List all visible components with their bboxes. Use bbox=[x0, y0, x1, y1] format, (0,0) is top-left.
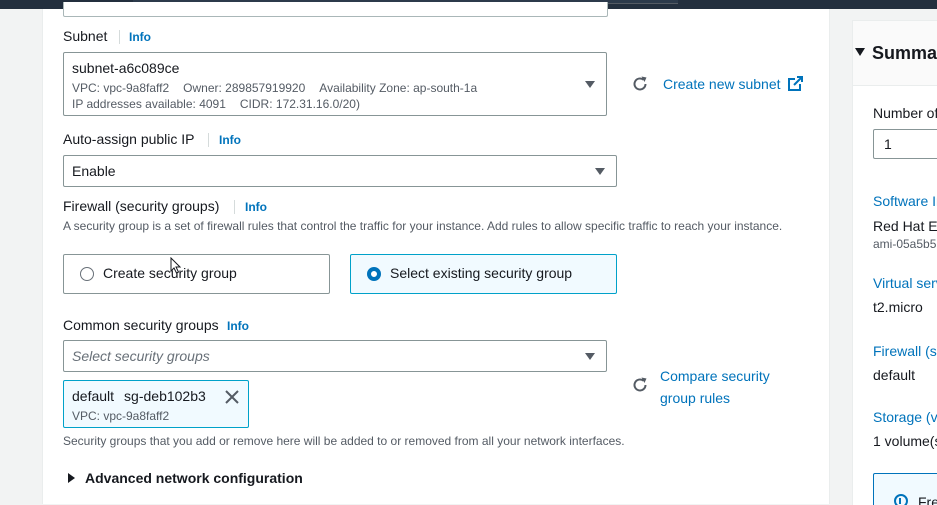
security-groups-placeholder: Select security groups bbox=[72, 348, 210, 364]
radio-create-security-group[interactable] bbox=[80, 267, 94, 281]
virtual-server-type-value: t2.micro bbox=[873, 299, 923, 315]
advanced-network-configuration-toggle[interactable]: Advanced network configuration bbox=[68, 470, 303, 486]
security-groups-select[interactable]: Select security groups bbox=[63, 340, 607, 372]
subnet-meta-line-2: IP addresses available: 4091 CIDR: 172.31… bbox=[72, 97, 374, 111]
subnet-selected-name: subnet-a6c089ce bbox=[72, 60, 180, 76]
mouse-cursor-icon bbox=[170, 257, 181, 274]
storage-summary-value: 1 volume(s) bbox=[873, 433, 937, 449]
caret-down-icon bbox=[585, 81, 595, 88]
refresh-icon[interactable] bbox=[631, 75, 649, 93]
subnet-select[interactable]: subnet-a6c089ce VPC: vpc-9a8faff2 Owner: … bbox=[63, 52, 607, 116]
caret-down-icon bbox=[855, 48, 865, 56]
subnet-owner: Owner: 289857919920 bbox=[183, 81, 306, 95]
token-name: default sg-deb102b3 bbox=[72, 388, 206, 404]
create-security-group-option[interactable]: Create security group bbox=[63, 254, 330, 294]
refresh-icon[interactable] bbox=[631, 376, 649, 394]
subnet-info-link[interactable]: Info bbox=[129, 30, 151, 44]
auto-assign-ip-label: Auto-assign public IP bbox=[63, 131, 195, 147]
divider bbox=[234, 200, 235, 214]
divider bbox=[208, 133, 209, 147]
compare-security-group-rules-link[interactable]: Compare security group rules bbox=[660, 365, 770, 409]
software-image-value: Red Hat Enterprise Linux bbox=[873, 218, 937, 234]
select-existing-security-group-option[interactable]: Select existing security group bbox=[350, 254, 617, 294]
external-link-icon bbox=[788, 76, 804, 91]
number-of-instances-input[interactable]: 1 bbox=[873, 129, 937, 159]
token-vpc: VPC: vpc-9a8faff2 bbox=[72, 409, 170, 423]
summary-panel: Summary Number of instances 1 Software I… bbox=[852, 20, 937, 505]
number-of-instances-label: Number of instances bbox=[873, 105, 937, 121]
select-existing-security-group-label: Select existing security group bbox=[390, 265, 573, 281]
auto-assign-ip-value: Enable bbox=[72, 163, 116, 179]
firewall-summary-value: default bbox=[873, 367, 916, 383]
storage-summary-link[interactable]: Storage (volumes) bbox=[873, 409, 937, 425]
firewall-label: Firewall (security groups) bbox=[63, 198, 220, 214]
auto-assign-ip-select[interactable]: Enable bbox=[63, 155, 617, 187]
virtual-server-type-link[interactable]: Virtual server type bbox=[873, 275, 937, 291]
create-new-subnet-link[interactable]: Create new subnet bbox=[663, 76, 804, 92]
compare-link-line-1: Compare security bbox=[660, 368, 770, 384]
radio-select-existing-security-group[interactable] bbox=[367, 267, 381, 281]
advanced-network-configuration-label: Advanced network configuration bbox=[85, 470, 303, 486]
software-image-ami: ami-05a5b5 bbox=[873, 237, 937, 251]
token-group-name: default bbox=[72, 388, 115, 404]
caret-down-icon bbox=[595, 168, 605, 175]
info-circle-icon bbox=[894, 494, 908, 505]
firewall-info-link[interactable]: Info bbox=[245, 200, 267, 214]
free-tier-alert: Free tier bbox=[873, 473, 937, 505]
divider bbox=[119, 30, 120, 44]
subnet-cidr: CIDR: 172.31.16.0/20) bbox=[239, 97, 360, 111]
common-security-groups-info-link[interactable]: Info bbox=[227, 319, 249, 333]
security-groups-hint: Security groups that you add or remove h… bbox=[63, 434, 625, 448]
subnet-ip-available: IP addresses available: 4091 bbox=[72, 97, 226, 111]
subnet-label: Subnet bbox=[63, 28, 108, 44]
firewall-summary-link[interactable]: Firewall (security group) bbox=[873, 343, 937, 359]
firewall-description: A security group is a set of firewall ru… bbox=[63, 219, 783, 233]
common-security-groups-label: Common security groups bbox=[63, 317, 219, 333]
previous-field-bottom[interactable] bbox=[63, 2, 608, 17]
security-group-token: default sg-deb102b3 VPC: vpc-9a8faff2 bbox=[63, 380, 249, 428]
compare-link-line-2: group rules bbox=[660, 390, 731, 406]
summary-header[interactable]: Summary bbox=[853, 21, 937, 86]
subnet-meta-line-1: VPC: vpc-9a8faff2 Owner: 289857919920 Avai… bbox=[72, 81, 491, 95]
token-group-id: sg-deb102b3 bbox=[124, 388, 206, 404]
summary-title: Summary bbox=[872, 43, 937, 63]
close-icon[interactable] bbox=[224, 389, 240, 405]
caret-down-icon bbox=[585, 353, 595, 360]
software-image-link[interactable]: Software Image (AMI) bbox=[873, 193, 937, 209]
auto-assign-ip-info-link[interactable]: Info bbox=[219, 133, 241, 147]
number-of-instances-value: 1 bbox=[884, 136, 892, 152]
subnet-vpc: VPC: vpc-9a8faff2 bbox=[72, 81, 170, 95]
subnet-az: Availability Zone: ap-south-1a bbox=[319, 81, 478, 95]
create-new-subnet-label: Create new subnet bbox=[663, 76, 781, 92]
free-tier-alert-text: Free tier bbox=[918, 494, 937, 505]
caret-right-icon bbox=[68, 473, 75, 483]
